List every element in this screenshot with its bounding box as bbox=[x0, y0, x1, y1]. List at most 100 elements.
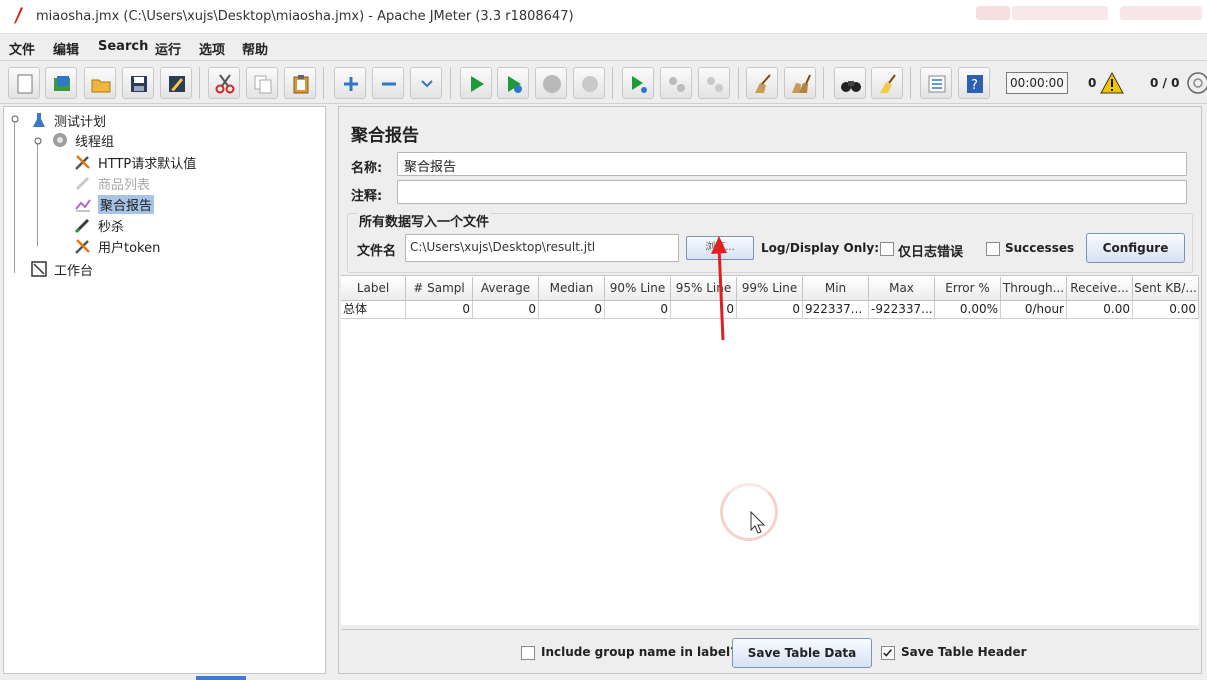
stop-button[interactable] bbox=[535, 67, 567, 99]
menu-file[interactable]: 文件 bbox=[9, 39, 35, 58]
reset-search-button[interactable] bbox=[871, 67, 903, 99]
menu-help[interactable]: 帮助 bbox=[242, 39, 268, 58]
table-cell: 0 bbox=[473, 301, 539, 319]
new-button[interactable] bbox=[8, 67, 40, 99]
menu-options[interactable]: 选项 bbox=[199, 39, 225, 58]
menu-run[interactable]: 运行 bbox=[155, 39, 181, 58]
shutdown-button[interactable] bbox=[573, 67, 605, 99]
column-header[interactable]: Error % bbox=[935, 277, 1001, 301]
collapse-handle[interactable] bbox=[33, 136, 43, 146]
results-table[interactable]: Label # Sampl Average Median 90% Line 95… bbox=[341, 275, 1199, 625]
menu-edit[interactable]: 编辑 bbox=[53, 39, 79, 58]
tree-node-label: 工作台 bbox=[54, 264, 94, 279]
remote-stop-icon bbox=[669, 77, 685, 92]
column-header[interactable]: Through... bbox=[1001, 277, 1067, 301]
minus-icon bbox=[382, 82, 396, 86]
clear-button[interactable] bbox=[746, 67, 778, 99]
column-header[interactable]: 90% Line bbox=[605, 277, 671, 301]
warning-icon[interactable] bbox=[1100, 72, 1124, 94]
start-button[interactable] bbox=[460, 67, 492, 99]
collapse-handle[interactable] bbox=[10, 114, 20, 124]
broom-icon bbox=[755, 74, 771, 93]
toggle-button[interactable] bbox=[410, 67, 442, 99]
column-header[interactable]: Max bbox=[869, 277, 935, 301]
templates-button[interactable] bbox=[45, 67, 77, 99]
remote-shutdown-button[interactable] bbox=[698, 67, 730, 99]
tree-line bbox=[37, 144, 38, 246]
wrench-icon bbox=[75, 155, 90, 170]
write-to-file-title: 所有数据写入一个文件 bbox=[357, 211, 492, 230]
include-group-name-label: Include group name in label? bbox=[541, 645, 738, 659]
column-header[interactable]: Median bbox=[539, 277, 605, 301]
paste-icon bbox=[293, 75, 309, 94]
table-cell: 0.00 bbox=[1133, 301, 1199, 319]
menu-search[interactable]: Search bbox=[98, 39, 148, 54]
configure-button[interactable]: Configure bbox=[1086, 233, 1185, 263]
shutdown-icon bbox=[582, 76, 598, 92]
name-field[interactable]: 聚合报告 bbox=[397, 152, 1187, 176]
function-helper-button[interactable] bbox=[920, 67, 952, 99]
table-cell: -922337... bbox=[869, 301, 935, 319]
broom-all-icon bbox=[792, 74, 811, 93]
tree-node-label: 用户token bbox=[98, 241, 161, 256]
expand-all-button[interactable] bbox=[334, 67, 366, 99]
open-button[interactable] bbox=[84, 67, 116, 99]
blurred-region bbox=[1012, 6, 1108, 20]
column-header[interactable]: # Sampl bbox=[406, 277, 473, 301]
start-no-pause-button[interactable] bbox=[497, 67, 529, 99]
jmeter-feather-icon bbox=[14, 7, 23, 24]
title-bar: miaosha.jmx (C:\Users\xujs\Desktop\miaos… bbox=[0, 0, 1207, 34]
open-icon bbox=[91, 79, 111, 93]
column-header[interactable]: Label bbox=[341, 277, 406, 301]
save-table-data-button[interactable]: Save Table Data bbox=[732, 638, 872, 668]
blurred-region bbox=[1120, 6, 1202, 20]
save-button[interactable] bbox=[122, 67, 154, 99]
reset-search-icon bbox=[880, 74, 896, 93]
save-as-button[interactable] bbox=[160, 67, 192, 99]
window-title: miaosha.jmx (C:\Users\xujs\Desktop\miaos… bbox=[36, 9, 574, 24]
remote-shutdown-icon bbox=[707, 77, 723, 92]
table-cell: 总体 bbox=[341, 301, 406, 319]
new-icon bbox=[17, 74, 33, 94]
table-row[interactable]: 总体 0 0 0 0 0 0 922337... -922337... 0.00… bbox=[341, 301, 1199, 319]
errors-only-checkbox[interactable] bbox=[880, 242, 894, 256]
toolbar-separator bbox=[738, 67, 739, 99]
successes-checkbox[interactable] bbox=[986, 242, 1000, 256]
jmeter-window: miaosha.jmx (C:\Users\xujs\Desktop\miaos… bbox=[0, 0, 1207, 680]
play-icon bbox=[471, 76, 484, 92]
toolbar: ? 00:00:00 0 0 / 0 bbox=[0, 60, 1207, 104]
pen-icon bbox=[75, 176, 90, 191]
column-header[interactable]: Sent KB/... bbox=[1133, 277, 1199, 301]
elapsed-timer: 00:00:00 bbox=[1006, 72, 1068, 94]
comment-field[interactable] bbox=[397, 180, 1187, 204]
toolbar-separator bbox=[199, 67, 200, 99]
include-group-name-checkbox[interactable] bbox=[521, 646, 535, 660]
paste-button[interactable] bbox=[284, 67, 316, 99]
collapse-all-button[interactable] bbox=[372, 67, 404, 99]
column-header[interactable]: 99% Line bbox=[737, 277, 803, 301]
table-cell: 0 bbox=[406, 301, 473, 319]
remote-start-icon bbox=[632, 76, 647, 93]
menu-bar: 文件 编辑 Search 运行 选项 帮助 bbox=[0, 35, 1207, 59]
blurred-region bbox=[976, 6, 1010, 20]
save-table-header-checkbox[interactable] bbox=[881, 646, 895, 660]
column-header[interactable]: Average bbox=[473, 277, 539, 301]
tree-node-label: 测试计划 bbox=[54, 115, 107, 130]
remote-stop-button[interactable] bbox=[660, 67, 692, 99]
filename-field[interactable]: C:\Users\xujs\Desktop\result.jtl bbox=[405, 234, 679, 262]
table-cell: 922337... bbox=[803, 301, 869, 319]
table-header: Label # Sampl Average Median 90% Line 95… bbox=[341, 277, 1199, 301]
copy-button[interactable] bbox=[246, 67, 278, 99]
column-header[interactable]: Min bbox=[803, 277, 869, 301]
cut-button[interactable] bbox=[208, 67, 240, 99]
remote-start-button[interactable] bbox=[622, 67, 654, 99]
chart-icon bbox=[75, 199, 91, 212]
help-button[interactable]: ? bbox=[958, 67, 990, 99]
test-plan-tree: 测试计划 线程组 HTTP请求默认值 商品列表 聚合报告 秒杀 用户token bbox=[3, 106, 326, 674]
toolbar-separator bbox=[323, 67, 324, 99]
globe-icon bbox=[1187, 72, 1207, 94]
column-header[interactable]: Receive... bbox=[1067, 277, 1133, 301]
clear-all-button[interactable] bbox=[784, 67, 816, 99]
cut-icon bbox=[215, 74, 235, 94]
search-button[interactable] bbox=[834, 67, 866, 99]
